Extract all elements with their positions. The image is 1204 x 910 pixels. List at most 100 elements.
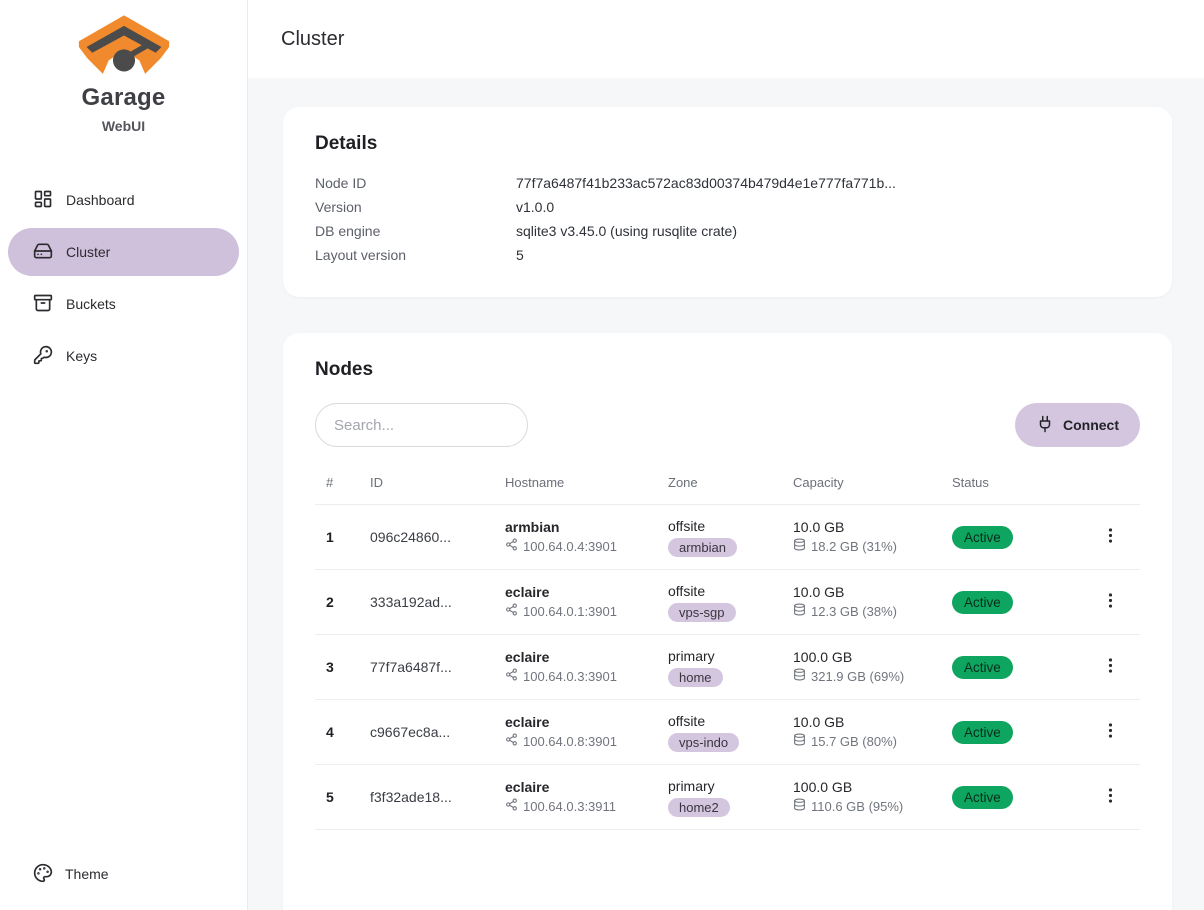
node-used-row: 321.9 GB (69%)	[793, 667, 952, 686]
zone-tag-badge: home	[668, 668, 723, 687]
col-header-num: #	[326, 475, 370, 490]
sidebar-nav: Dashboard Cluster Buckets Keys	[0, 176, 247, 380]
detail-label: Layout version	[315, 243, 516, 267]
col-header-hostname: Hostname	[505, 475, 668, 490]
search-input[interactable]	[315, 403, 528, 447]
node-address-row: 100.64.0.4:3901	[505, 537, 668, 556]
detail-value: 77f7a6487f41b233ac572ac83d00374b479d4e1e…	[516, 171, 896, 195]
main-area: Cluster Details Node ID 77f7a6487f41b233…	[248, 0, 1204, 910]
detail-value: sqlite3 v3.45.0 (using rusqlite crate)	[516, 219, 737, 243]
capacity-cell: 100.0 GB 321.9 GB (69%)	[793, 648, 952, 686]
node-used: 321.9 GB (69%)	[811, 667, 904, 686]
detail-row: Node ID 77f7a6487f41b233ac572ac83d00374b…	[315, 171, 1140, 195]
node-capacity: 10.0 GB	[793, 518, 952, 537]
node-number: 2	[326, 594, 370, 610]
status-cell: Active	[952, 656, 1081, 679]
node-address: 100.64.0.4:3901	[523, 537, 617, 556]
sidebar-item-dashboard[interactable]: Dashboard	[8, 176, 239, 224]
row-actions-menu-button[interactable]	[1094, 520, 1128, 554]
capacity-cell: 10.0 GB 12.3 GB (38%)	[793, 583, 952, 621]
theme-label: Theme	[65, 866, 109, 882]
hostname-cell: eclaire 100.64.0.1:3901	[505, 583, 668, 621]
detail-label: Node ID	[315, 171, 516, 195]
details-title: Details	[315, 133, 1140, 155]
col-header-capacity: Capacity	[793, 475, 952, 490]
status-cell: Active	[952, 526, 1081, 549]
more-vertical-icon	[1101, 656, 1120, 678]
node-zone: offsite	[668, 712, 793, 731]
zone-tag-badge: vps-indo	[668, 733, 739, 752]
row-actions-menu-button[interactable]	[1094, 715, 1128, 749]
node-address: 100.64.0.3:3911	[523, 797, 616, 816]
node-id: 333a192ad...	[370, 594, 505, 610]
nodes-card: Nodes Connect # ID Hostname Zone Capacit…	[283, 333, 1172, 910]
node-used-row: 15.7 GB (80%)	[793, 732, 952, 751]
bucket-icon	[33, 293, 53, 316]
more-vertical-icon	[1101, 526, 1120, 548]
nodes-title: Nodes	[315, 359, 1140, 381]
table-row: 2 333a192ad... eclaire 100.64.0.1:3901 o…	[315, 570, 1140, 635]
plug-icon	[1036, 415, 1054, 436]
node-capacity: 100.0 GB	[793, 648, 952, 667]
connect-button-label: Connect	[1063, 417, 1119, 433]
status-cell: Active	[952, 786, 1081, 809]
details-card: Details Node ID 77f7a6487f41b233ac572ac8…	[283, 107, 1172, 297]
row-actions-menu-button[interactable]	[1094, 650, 1128, 684]
sidebar: Garage WebUI Dashboard Cluster Buckets	[0, 0, 248, 910]
hostname-cell: eclaire 100.64.0.8:3901	[505, 713, 668, 751]
node-capacity: 100.0 GB	[793, 778, 952, 797]
node-id: c9667ec8a...	[370, 724, 505, 740]
col-header-zone: Zone	[668, 475, 793, 490]
share-icon	[505, 537, 518, 556]
hostname-cell: eclaire 100.64.0.3:3911	[505, 778, 668, 816]
database-icon	[793, 537, 806, 556]
status-cell: Active	[952, 721, 1081, 744]
harddrive-icon	[33, 241, 53, 264]
node-zone: offsite	[668, 582, 793, 601]
sidebar-item-keys[interactable]: Keys	[8, 332, 239, 380]
table-row: 4 c9667ec8a... eclaire 100.64.0.8:3901 o…	[315, 700, 1140, 765]
nodes-table: # ID Hostname Zone Capacity Status 1 096…	[315, 461, 1140, 830]
node-zone: offsite	[668, 517, 793, 536]
node-zone: primary	[668, 647, 793, 666]
detail-row: Version v1.0.0	[315, 195, 1140, 219]
table-row: 5 f3f32ade18... eclaire 100.64.0.3:3911 …	[315, 765, 1140, 830]
database-icon	[793, 667, 806, 686]
database-icon	[793, 732, 806, 751]
more-vertical-icon	[1101, 721, 1120, 743]
node-hostname: eclaire	[505, 583, 668, 602]
sidebar-item-label: Dashboard	[66, 192, 135, 208]
detail-row: DB engine sqlite3 v3.45.0 (using rusqlit…	[315, 219, 1140, 243]
node-number: 4	[326, 724, 370, 740]
node-id: 77f7a6487f...	[370, 659, 505, 675]
node-address: 100.64.0.1:3901	[523, 602, 617, 621]
node-address-row: 100.64.0.3:3901	[505, 667, 668, 686]
connect-button[interactable]: Connect	[1015, 403, 1140, 447]
zone-cell: offsite vps-sgp	[668, 582, 793, 622]
zone-cell: offsite vps-indo	[668, 712, 793, 752]
share-icon	[505, 797, 518, 816]
share-icon	[505, 667, 518, 686]
node-number: 1	[326, 529, 370, 545]
sidebar-item-buckets[interactable]: Buckets	[8, 280, 239, 328]
row-actions-menu-button[interactable]	[1094, 780, 1128, 814]
status-badge: Active	[952, 721, 1013, 744]
topbar: Cluster	[248, 0, 1204, 78]
node-hostname: armbian	[505, 518, 668, 537]
sidebar-item-label: Keys	[66, 348, 97, 364]
table-row: 1 096c24860... armbian 100.64.0.4:3901 o…	[315, 505, 1140, 570]
row-actions-menu-button[interactable]	[1094, 585, 1128, 619]
detail-label: DB engine	[315, 219, 516, 243]
node-hostname: eclaire	[505, 713, 668, 732]
page-title: Cluster	[281, 28, 344, 51]
status-badge: Active	[952, 591, 1013, 614]
node-used-row: 18.2 GB (31%)	[793, 537, 952, 556]
node-used: 18.2 GB (31%)	[811, 537, 897, 556]
node-used: 12.3 GB (38%)	[811, 602, 897, 621]
node-used: 15.7 GB (80%)	[811, 732, 897, 751]
status-badge: Active	[952, 526, 1013, 549]
theme-toggle[interactable]: Theme	[8, 852, 239, 896]
sidebar-item-cluster[interactable]: Cluster	[8, 228, 239, 276]
node-used: 110.6 GB (95%)	[811, 797, 903, 816]
node-hostname: eclaire	[505, 778, 668, 797]
